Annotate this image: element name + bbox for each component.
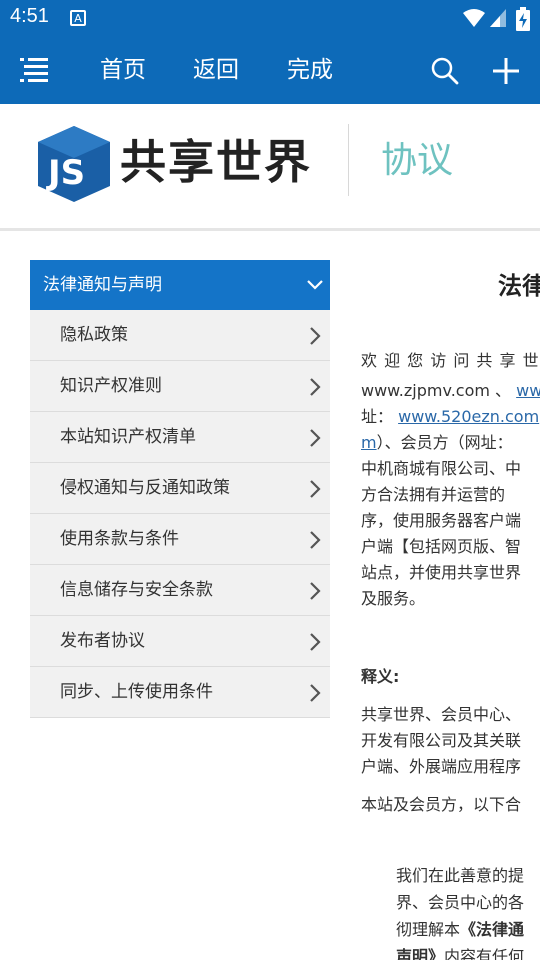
notice-doc-title: 声明》 bbox=[396, 947, 445, 960]
status-bar: 4:51 A bbox=[0, 0, 540, 36]
header-divider bbox=[348, 124, 349, 196]
done-button[interactable]: 完成 bbox=[287, 54, 333, 86]
chevron-right-icon bbox=[310, 429, 321, 447]
chevron-right-icon bbox=[310, 378, 321, 396]
sidebar-item-label: 知识产权准则 bbox=[60, 376, 162, 396]
intro-line: 欢 迎 您 访 问 共 享 世 bbox=[361, 351, 540, 370]
definition-line: 户端、外展端应用程序 bbox=[361, 757, 522, 776]
sidebar-item-label: 信息储存与安全条款 bbox=[60, 580, 213, 600]
chevron-right-icon bbox=[310, 531, 321, 549]
agreement-sidebar: 法律通知与声明 隐私政策 知识产权准则 本站知识产权清单 侵权通知与反通知政策 … bbox=[30, 260, 330, 718]
brand-header: JS 共享世界 协议 bbox=[0, 104, 540, 231]
notice-line: 界、会员中心的各 bbox=[396, 893, 525, 912]
definition-line: 开发有限公司及其关联 bbox=[361, 731, 522, 750]
chevron-right-icon bbox=[310, 684, 321, 702]
sidebar-item-publisher-agreement[interactable]: 发布者协议 bbox=[30, 616, 330, 667]
section-label: 协议 bbox=[381, 140, 454, 181]
search-icon[interactable] bbox=[430, 56, 460, 86]
notice-line: 声明》内容有任何 bbox=[396, 944, 524, 960]
notice-doc-title: 《法律通 bbox=[460, 920, 525, 939]
sidebar-item-sync-upload-terms[interactable]: 同步、上传使用条件 bbox=[30, 667, 330, 718]
sidebar-item-ip-guidelines[interactable]: 知识产权准则 bbox=[30, 361, 330, 412]
status-time: 4:51 bbox=[10, 5, 49, 27]
menu-icon[interactable] bbox=[20, 56, 48, 84]
intro-line: 站点，并使用共享世界 bbox=[361, 563, 522, 582]
sidebar-item-label: 使用条款与条件 bbox=[60, 529, 179, 549]
intro-line: 中机商城有限公司、中 bbox=[361, 459, 522, 478]
sidebar-item-terms-of-use[interactable]: 使用条款与条件 bbox=[30, 514, 330, 565]
sidebar-header-label: 法律通知与声明 bbox=[43, 275, 162, 295]
brand-name: 共享世界 bbox=[120, 135, 312, 189]
site-logo-icon: JS bbox=[38, 126, 110, 202]
notice-line: 我们在此善意的提 bbox=[396, 866, 525, 885]
home-button[interactable]: 首页 bbox=[100, 54, 146, 86]
top-toolbar: 首页 返回 完成 bbox=[0, 36, 540, 104]
chevron-right-icon bbox=[310, 633, 321, 651]
definition-line: 共享世界、会员中心、 bbox=[361, 705, 522, 724]
battery-charging-icon bbox=[516, 7, 530, 31]
notice-text: 彻理解本 bbox=[396, 920, 461, 939]
chevron-right-icon bbox=[310, 327, 321, 345]
domain-link[interactable]: ww bbox=[516, 381, 540, 400]
domain-text: www.zjpmv.com 、 bbox=[361, 381, 512, 400]
intro-line: m）、会员方（网址： bbox=[361, 430, 513, 455]
intro-line: 方合法拥有并运营的 bbox=[361, 485, 506, 504]
intro-line: 序，使用服务器客户端 bbox=[361, 511, 522, 530]
sidebar-item-label: 发布者协议 bbox=[60, 631, 145, 651]
notice-line: 彻理解本《法律通 bbox=[396, 917, 524, 942]
domain-link-continued[interactable]: m bbox=[361, 433, 377, 452]
chevron-right-icon bbox=[310, 480, 321, 498]
intro-text: ）、会员方（网址： bbox=[376, 433, 513, 452]
notice-text: 内容有任何 bbox=[444, 947, 525, 960]
sidebar-item-ip-list[interactable]: 本站知识产权清单 bbox=[30, 412, 330, 463]
definitions-heading: 释义: bbox=[361, 667, 400, 686]
sidebar-item-infringement-policy[interactable]: 侵权通知与反通知政策 bbox=[30, 463, 330, 514]
signal-icon bbox=[490, 9, 506, 27]
svg-text:JS: JS bbox=[46, 153, 85, 193]
back-button[interactable]: 返回 bbox=[193, 54, 239, 86]
chevron-right-icon bbox=[310, 582, 321, 600]
agreement-content: 法律 欢 迎 您 访 问 共 享 世 www.zjpmv.com 、 ww 址：… bbox=[361, 260, 540, 960]
intro-line: www.zjpmv.com 、 ww bbox=[361, 378, 540, 403]
sidebar-header-legal-notice[interactable]: 法律通知与声明 bbox=[30, 260, 330, 310]
sidebar-item-privacy-policy[interactable]: 隐私政策 bbox=[30, 310, 330, 361]
wifi-icon bbox=[463, 9, 485, 27]
chevron-down-icon bbox=[307, 280, 323, 290]
address-label: 址： bbox=[361, 407, 394, 426]
sidebar-item-label: 同步、上传使用条件 bbox=[60, 682, 213, 702]
domain-link[interactable]: www.520ezn.com bbox=[398, 407, 539, 426]
notification-icon: A bbox=[70, 10, 86, 26]
intro-line: 及服务。 bbox=[361, 589, 426, 608]
content-title: 法律 bbox=[498, 272, 540, 300]
intro-line: 址： www.520ezn.com bbox=[361, 404, 539, 429]
sidebar-item-label: 隐私政策 bbox=[60, 325, 128, 345]
intro-line: 户端【包括网页版、智 bbox=[361, 537, 522, 556]
add-icon[interactable] bbox=[491, 56, 521, 86]
members-line: 本站及会员方，以下合 bbox=[361, 795, 522, 814]
sidebar-item-label: 本站知识产权清单 bbox=[60, 427, 196, 447]
sidebar-item-storage-security[interactable]: 信息储存与安全条款 bbox=[30, 565, 330, 616]
sidebar-item-label: 侵权通知与反通知政策 bbox=[60, 478, 230, 498]
